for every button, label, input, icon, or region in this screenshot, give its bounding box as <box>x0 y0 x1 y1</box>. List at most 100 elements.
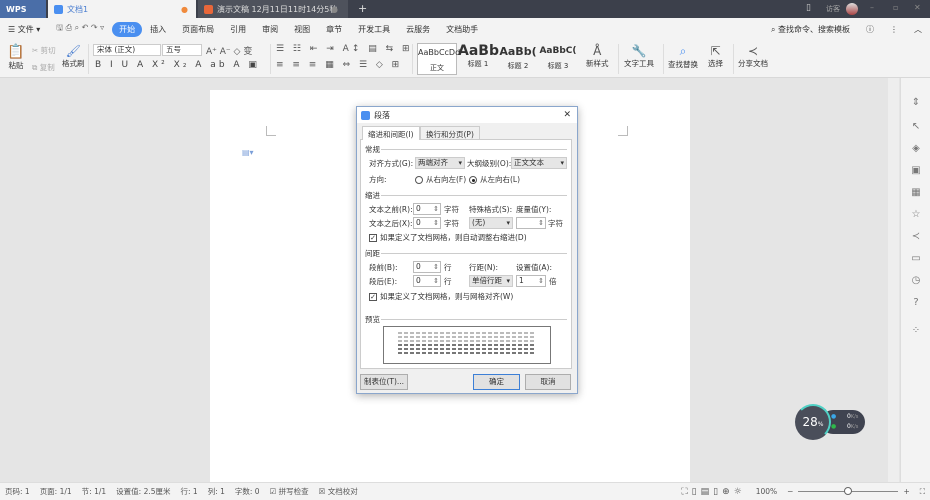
text-tools-button[interactable]: 🔧 文字工具 <box>624 44 654 69</box>
cut-button[interactable]: ✂ 剪切 <box>32 45 56 56</box>
more-icon[interactable]: ⋮ <box>882 25 906 34</box>
word-count[interactable]: 字数: 0 <box>230 486 265 497</box>
special-select[interactable]: (无) <box>469 217 513 229</box>
unit-char[interactable]: 字符 <box>548 218 563 229</box>
table-icon[interactable]: ▦ <box>911 188 921 198</box>
after-text-input[interactable]: 0 <box>413 217 441 229</box>
new-style-button[interactable]: Å 新样式 <box>586 44 609 69</box>
menu-page-layout[interactable]: 页面布局 <box>174 24 222 35</box>
star-icon[interactable]: ☆ <box>911 210 921 220</box>
wps-home-tab[interactable]: WPS <box>0 0 46 18</box>
share-button[interactable]: ≺ 分享文档 <box>738 44 768 69</box>
style-heading1[interactable]: AaBb 标题 1 <box>458 43 499 75</box>
cancel-button[interactable]: 取消 <box>525 374 571 390</box>
paste-options-icon[interactable]: ▤▾ <box>242 148 254 157</box>
shapes-icon[interactable]: ◈ <box>911 144 921 154</box>
speed-widget[interactable]: ● 0K/s ● 0K/s 28% <box>795 404 865 440</box>
menu-cloud[interactable]: 云服务 <box>398 24 438 35</box>
menu-view[interactable]: 视图 <box>286 24 318 35</box>
share-icon[interactable]: ≺ <box>911 232 921 242</box>
ltr-radio[interactable]: 从左向右(L) <box>469 174 520 185</box>
align-select[interactable]: 两端对齐 <box>415 157 465 169</box>
before-input[interactable]: 0 <box>413 261 441 273</box>
outline-select[interactable]: 正文文本 <box>511 157 567 169</box>
font-tools-icons[interactable]: A⁺ A⁻ ◇ 变 <box>206 44 252 57</box>
vertical-scrollbar[interactable] <box>888 78 899 482</box>
device-icon[interactable]: ▯ <box>806 3 811 13</box>
unit-char[interactable]: 字符 <box>444 218 459 229</box>
tab-line-page-breaks[interactable]: 换行和分页(P) <box>420 126 480 140</box>
menu-assistant[interactable]: 文档助手 <box>438 24 486 35</box>
tabs-button[interactable]: 制表位(T)... <box>360 374 408 390</box>
menu-insert[interactable]: 插入 <box>142 24 174 35</box>
copy-button[interactable]: ⧉ 复制 <box>32 62 55 73</box>
style-heading3[interactable]: AaBbC(标题 3 <box>538 43 578 75</box>
menu-developer[interactable]: 开发工具 <box>350 24 398 35</box>
align-icons-row2[interactable]: ≡ ≡ ≡ ▦ ⇔ ☰ ◇ ⊞ <box>276 60 402 70</box>
rtl-radio[interactable]: 从右向左(F) <box>415 174 466 185</box>
user-name[interactable]: 访客 <box>826 4 840 14</box>
zoom-out-icon[interactable]: − <box>782 487 798 496</box>
zoom-level[interactable]: 100% <box>751 487 782 496</box>
maximize-icon[interactable]: ▫ <box>893 3 898 12</box>
after-input[interactable]: 0 <box>413 275 441 287</box>
font-select[interactable]: 宋体 (正文) <box>93 44 161 56</box>
tab-indent-spacing[interactable]: 缩进和间距(I) <box>362 126 420 140</box>
menu-chapter[interactable]: 章节 <box>318 24 350 35</box>
setting-value[interactable]: 设置值: 2.5厘米 <box>111 486 175 497</box>
measure-input[interactable] <box>516 217 546 229</box>
format-icons[interactable]: B I U A X² X₂ A ab A ▣ <box>95 60 260 70</box>
ok-button[interactable]: 确定 <box>473 374 520 390</box>
paragraph-icons-row1[interactable]: ☰ ☷ ⇤ ⇥ A↕ ▤ ⇆ ⊞ <box>276 44 413 54</box>
style-heading2[interactable]: AaBb(标题 2 <box>498 43 538 75</box>
menu-references[interactable]: 引用 <box>222 24 254 35</box>
apps-icon[interactable]: ⁘ <box>911 326 921 336</box>
fullscreen-icon[interactable]: ⛶ <box>915 487 930 497</box>
spell-check-button[interactable]: ☑ 拼写检查 <box>265 486 314 497</box>
new-tab-icon[interactable]: + <box>358 2 367 15</box>
history-icon[interactable]: ◷ <box>911 276 921 286</box>
row-info[interactable]: 行: 1 <box>176 486 203 497</box>
page-count[interactable]: 页面: 1/1 <box>35 486 77 497</box>
quick-access-icons[interactable]: 🖫 ⎙ ⌕ ↶ ↷ ▿ <box>48 22 112 36</box>
col-info[interactable]: 列: 1 <box>203 486 230 497</box>
zoom-in-icon[interactable]: + <box>898 487 914 496</box>
paste-button[interactable]: 📋 粘贴 <box>6 44 26 71</box>
search-command[interactable]: ⌕ 查找命令、搜索模板 <box>763 24 858 35</box>
box-icon[interactable]: ▭ <box>911 254 921 264</box>
proofread-button[interactable]: ☒ 文档校对 <box>314 486 363 497</box>
unit-line[interactable]: 行 <box>444 262 452 273</box>
minimize-icon[interactable]: – <box>870 3 874 12</box>
page-number[interactable]: 页码: 1 <box>0 486 35 497</box>
section-info[interactable]: 节: 1/1 <box>77 486 111 497</box>
format-painter-button[interactable]: 🖌 格式刷 <box>62 44 85 69</box>
file-menu[interactable]: ☰ 文件 ▾ <box>0 24 48 35</box>
tab-document[interactable]: 文档1 ● <box>48 0 196 18</box>
help-icon[interactable]: ? <box>911 298 921 308</box>
line-spacing-select[interactable]: 单倍行距 <box>469 275 513 287</box>
close-icon[interactable]: ✕ <box>914 3 921 12</box>
menu-start[interactable]: 开始 <box>112 21 143 37</box>
zoom-slider-thumb[interactable] <box>844 487 853 495</box>
menu-review[interactable]: 审阅 <box>254 24 286 35</box>
snap-grid-checkbox[interactable]: ✓ 如果定义了文档网格，则与网格对齐(W) <box>369 291 513 302</box>
close-icon[interactable]: ✕ <box>563 110 571 120</box>
font-size-select[interactable]: 五号 <box>162 44 202 56</box>
gallery-icon[interactable]: ▣ <box>911 166 921 176</box>
unit-char[interactable]: 字符 <box>444 204 459 215</box>
collapse-ribbon-icon[interactable]: ︿ <box>906 24 930 35</box>
help-icon[interactable]: ⓘ <box>858 24 882 35</box>
view-mode-icons[interactable]: ⛶▯▤▯⊕☼ <box>676 487 750 497</box>
resize-icon[interactable]: ⇕ <box>911 98 921 108</box>
tab-close-icon[interactable]: ● <box>331 5 338 14</box>
pointer-icon[interactable]: ↖ <box>911 122 921 132</box>
style-normal[interactable]: AaBbCcDd 正文 <box>417 43 460 75</box>
find-replace-button[interactable]: ⌕ 查找替换 <box>668 44 698 70</box>
indent-grid-checkbox[interactable]: ✓ 如果定义了文档网格，则自动调整右缩进(D) <box>369 232 527 243</box>
before-text-input[interactable]: 0 <box>413 203 441 215</box>
unit-line[interactable]: 行 <box>444 276 452 287</box>
tab-presentation[interactable]: 演示文稿 12月11日11时14分5秒 ● <box>198 0 348 18</box>
zoom-slider[interactable] <box>798 487 899 495</box>
set-value-input[interactable]: 1 <box>516 275 546 287</box>
avatar[interactable] <box>846 3 858 15</box>
